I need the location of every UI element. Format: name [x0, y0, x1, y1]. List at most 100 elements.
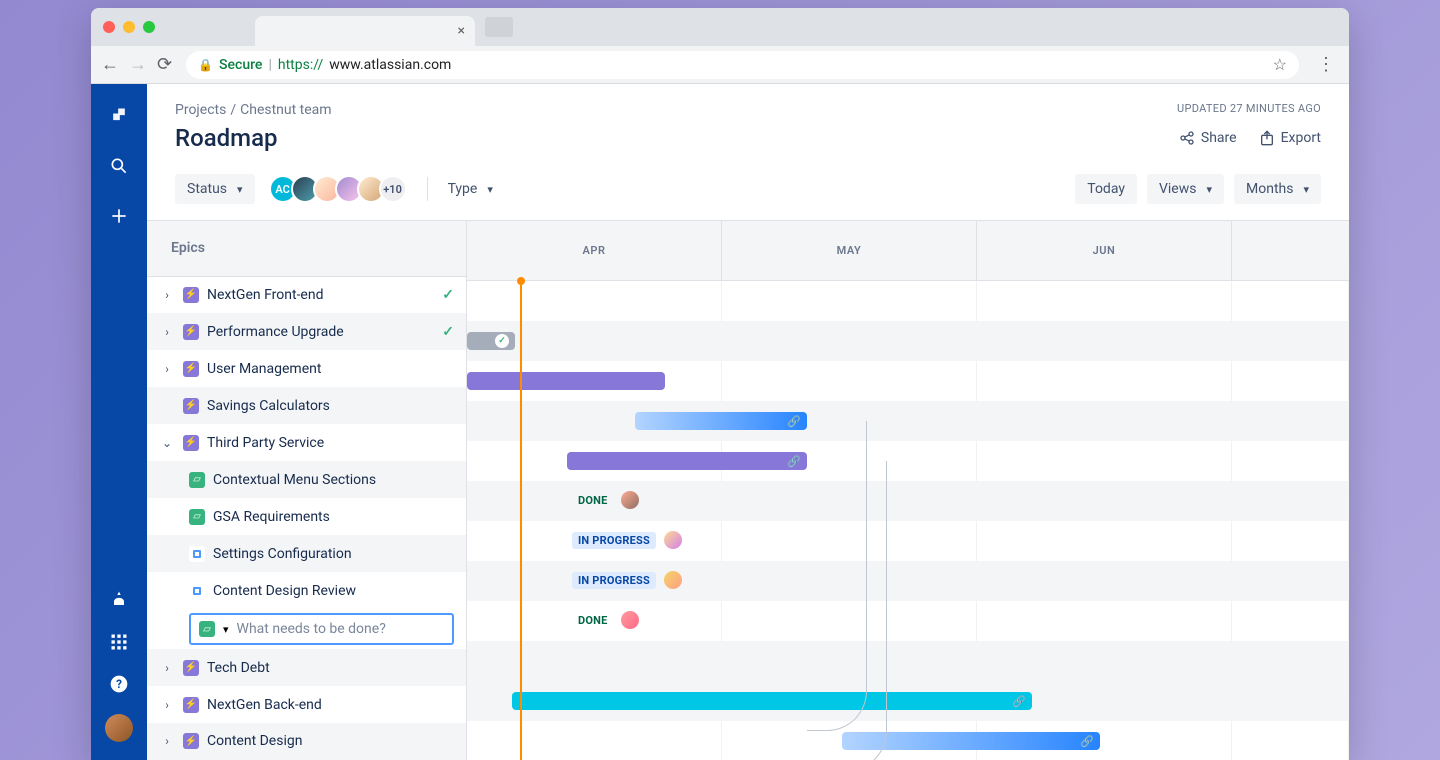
link-icon: 🔗	[787, 415, 801, 428]
timeline-row: ✓	[467, 321, 1349, 361]
new-item-input[interactable]	[237, 621, 444, 637]
timeline-row: 🔗	[467, 441, 1349, 481]
timeline-bar[interactable]: 🔗	[635, 412, 807, 430]
epic-row[interactable]: › ⚡ Savings Calculators	[147, 387, 466, 424]
chevron-right-icon[interactable]: ›	[159, 698, 175, 712]
timeline: APR MAY JUN ✓	[467, 221, 1349, 760]
assignee-filter[interactable]: AC +10	[269, 175, 407, 203]
app-switcher-icon[interactable]	[107, 630, 131, 654]
assignee-avatar	[621, 491, 639, 509]
new-item-input-wrapper[interactable]: ▱ ▾	[189, 613, 454, 645]
link-icon: 🔗	[1012, 695, 1026, 708]
chevron-down-icon: ▾	[1303, 183, 1309, 196]
epic-row[interactable]: › ⚡ Content Design	[147, 723, 466, 760]
epic-row[interactable]: ⌄ ⚡ Third Party Service	[147, 424, 466, 461]
timeline-bar[interactable]: 🔗	[567, 452, 807, 470]
bookmark-icon[interactable]: ☆	[1273, 55, 1287, 74]
chevron-right-icon[interactable]: ›	[159, 325, 175, 339]
url-field[interactable]: 🔒 Secure | https://www.atlassian.com ☆	[186, 51, 1299, 79]
type-filter[interactable]: Type ▾	[448, 181, 493, 197]
epic-row[interactable]: › ⚡ User Management	[147, 350, 466, 387]
export-button[interactable]: Export	[1259, 130, 1321, 146]
months-dropdown[interactable]: Months▾	[1234, 174, 1321, 204]
timeline-bar[interactable]	[467, 372, 665, 390]
today-button[interactable]: Today	[1075, 174, 1137, 204]
assignee-avatar	[621, 611, 639, 629]
browser-tab-bar: ×	[91, 8, 1349, 46]
jira-logo-icon[interactable]	[107, 104, 131, 128]
search-icon[interactable]	[107, 154, 131, 178]
timeline-row	[467, 361, 1349, 401]
address-bar: ← → ⟳ 🔒 Secure | https://www.atlassian.c…	[91, 46, 1349, 84]
new-tab-button[interactable]	[485, 17, 513, 37]
divider	[427, 177, 428, 201]
back-button[interactable]: ←	[101, 54, 119, 75]
epic-icon: ⚡	[183, 398, 199, 414]
help-icon[interactable]: ?	[107, 672, 131, 696]
epic-label: User Management	[207, 361, 321, 377]
updated-timestamp: UPDATED 27 MINUTES AGO	[1177, 102, 1321, 115]
epic-child-row[interactable]: Content Design Review	[147, 572, 466, 609]
epic-row[interactable]: › ⚡ Tech Debt	[147, 649, 466, 686]
breadcrumb-leaf[interactable]: Chestnut team	[240, 102, 331, 118]
reload-button[interactable]: ⟳	[157, 54, 172, 75]
chevron-right-icon[interactable]: ›	[159, 661, 175, 675]
status-filter[interactable]: Status ▾	[175, 174, 255, 204]
epic-label: Contextual Menu Sections	[213, 472, 376, 488]
close-window-button[interactable]	[103, 21, 115, 33]
export-icon	[1259, 130, 1275, 146]
create-icon[interactable]	[107, 204, 131, 228]
url-host: www.atlassian.com	[329, 57, 451, 73]
epic-row[interactable]: › ⚡ NextGen Front-end ✓	[147, 277, 466, 314]
epic-row[interactable]: › ⚡ Performance Upgrade ✓	[147, 313, 466, 350]
maximize-window-button[interactable]	[143, 21, 155, 33]
timeline-body[interactable]: ✓ 🔗 🔗 DONE	[467, 281, 1349, 760]
story-icon: ▱	[189, 509, 205, 525]
epic-label: GSA Requirements	[213, 509, 330, 525]
roadmap: Epics › ⚡ NextGen Front-end ✓ › ⚡ Perfor…	[147, 220, 1349, 760]
status-badge: IN PROGRESS	[572, 532, 656, 549]
browser-tab[interactable]: ×	[255, 16, 475, 46]
views-dropdown[interactable]: Views▾	[1147, 174, 1224, 204]
browser-menu-icon[interactable]: ⋮	[1313, 54, 1339, 75]
assignee-avatar	[664, 571, 682, 589]
avatar-more[interactable]: +10	[379, 175, 407, 203]
timeline-header: APR MAY JUN	[467, 221, 1349, 281]
timeline-bar[interactable]: ✓	[467, 332, 515, 350]
status-badge: DONE	[572, 612, 613, 629]
notifications-icon[interactable]	[107, 588, 131, 612]
link-icon: 🔗	[787, 455, 801, 468]
timeline-row: 🔗	[467, 721, 1349, 760]
global-nav: ?	[91, 84, 147, 760]
breadcrumb-root[interactable]: Projects	[175, 102, 226, 118]
chevron-down-icon[interactable]: ⌄	[159, 436, 175, 450]
profile-avatar[interactable]	[105, 714, 133, 742]
epic-row[interactable]: › ⚡ NextGen Back-end	[147, 686, 466, 723]
epic-child-row[interactable]: ▱ GSA Requirements	[147, 498, 466, 535]
chevron-down-icon[interactable]: ▾	[223, 623, 229, 636]
status-badge: DONE	[572, 492, 613, 509]
epic-icon: ⚡	[183, 361, 199, 377]
epic-icon: ⚡	[183, 435, 199, 451]
epic-icon: ⚡	[183, 660, 199, 676]
epic-icon: ⚡	[183, 287, 199, 303]
timeline-row	[467, 641, 1349, 681]
today-marker	[520, 281, 522, 760]
epic-label: NextGen Front-end	[207, 287, 323, 303]
timeline-bar[interactable]: 🔗	[512, 692, 1032, 710]
dependency-line	[807, 461, 887, 760]
chevron-right-icon[interactable]: ›	[159, 734, 175, 748]
chevron-right-icon[interactable]: ›	[159, 362, 175, 376]
chevron-right-icon[interactable]: ›	[159, 288, 175, 302]
epics-header: Epics	[147, 221, 466, 277]
close-tab-icon[interactable]: ×	[458, 23, 465, 39]
epic-child-row[interactable]: ▱ Contextual Menu Sections	[147, 461, 466, 498]
story-icon: ▱	[199, 621, 215, 637]
share-button[interactable]: Share	[1179, 130, 1237, 146]
status-row: IN PROGRESS	[572, 571, 682, 589]
epic-child-row[interactable]: Settings Configuration	[147, 535, 466, 572]
forward-button[interactable]: →	[129, 54, 147, 75]
timeline-row: IN PROGRESS	[467, 561, 1349, 601]
toolbar: Status ▾ AC +10 Type ▾ Today	[147, 160, 1349, 220]
minimize-window-button[interactable]	[123, 21, 135, 33]
